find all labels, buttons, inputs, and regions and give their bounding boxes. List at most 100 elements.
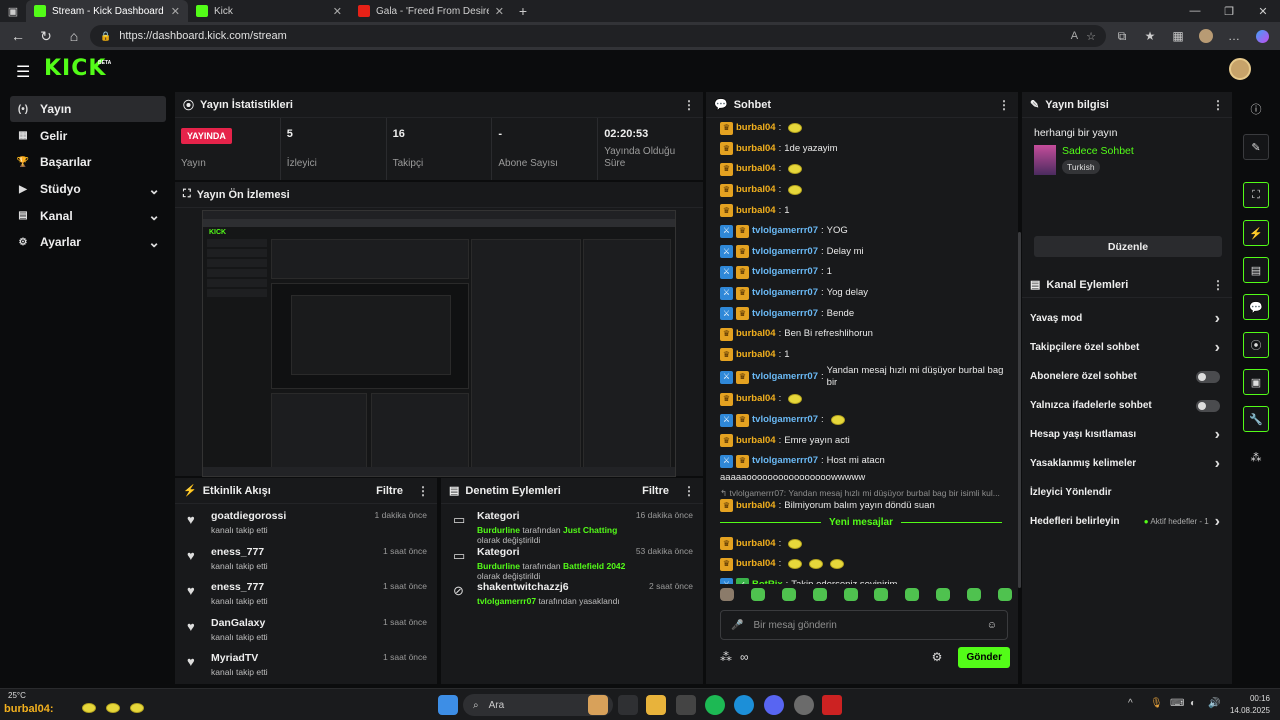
chevron-right-icon[interactable]: ›	[1215, 310, 1220, 328]
chevron-right-icon[interactable]: ›	[1215, 513, 1220, 531]
chat-username[interactable]: tvlolgamerrr07	[752, 414, 818, 426]
calculator-icon[interactable]	[676, 695, 696, 715]
discord-icon[interactable]	[764, 695, 784, 715]
chat-input[interactable]: 🎤 Bir mesaj gönderin ☺	[720, 610, 1008, 640]
microphone-icon[interactable]: 🎤	[731, 620, 743, 631]
tab-close-icon[interactable]: ✕	[333, 5, 342, 18]
chat-message[interactable]: ⚔ ♛ tvlolgamerrr07:1	[720, 262, 1012, 283]
chat-menu-icon[interactable]: ⋮	[998, 98, 1010, 112]
tray-volume-icon[interactable]: 🔊	[1208, 698, 1220, 709]
window-menu-icon[interactable]: ▣	[0, 0, 26, 22]
chat-username[interactable]: burbal04	[736, 205, 776, 217]
channel-action-row[interactable]: Yavaş mod ›	[1022, 304, 1232, 333]
profile-avatar[interactable]	[1194, 24, 1218, 48]
tray-mic-icon[interactable]: 🎙	[1150, 698, 1163, 709]
chat-message[interactable]: ♛ burbal04: Emre yayın acti	[720, 430, 1012, 451]
moderation-actor[interactable]: tvlolgamerrr07	[477, 596, 536, 606]
emote-icon[interactable]	[720, 588, 734, 601]
emote-icon[interactable]	[781, 588, 796, 601]
browser-tab[interactable]: Kick ✕	[188, 0, 350, 22]
chevron-right-icon[interactable]: ›	[1215, 339, 1220, 357]
emote-icon[interactable]	[812, 588, 827, 601]
spotify-icon[interactable]	[705, 695, 725, 715]
channel-action-row[interactable]: Takipçilere özel sohbet ›	[1022, 333, 1232, 362]
chat-message[interactable]: ⚔ ♛ tvlolgamerrr07: Bende	[720, 303, 1012, 324]
rail-broadcast-icon[interactable]: ⦿	[1243, 332, 1269, 358]
hamburger-menu-icon[interactable]: ☰	[16, 62, 30, 82]
refresh-icon[interactable]: ↻	[34, 24, 58, 48]
channel-action-row[interactable]: İzleyici Yönlendir	[1022, 478, 1232, 507]
sidebar-item[interactable]: (•) Yayın	[10, 96, 166, 122]
sidebar-item[interactable]: ⚙ Ayarlar ⌄	[10, 229, 166, 255]
emote-icon[interactable]	[936, 588, 951, 601]
chat-username[interactable]: burbal04	[736, 558, 776, 570]
emoji-picker-icon[interactable]: ☺	[987, 620, 997, 631]
moderation-row[interactable]: ▭ Kategori Burdurline tarafından Just Chat…	[441, 504, 703, 545]
chevron-down-icon[interactable]: ⌄	[148, 181, 160, 198]
file-explorer-icon[interactable]	[646, 695, 666, 715]
extensions-icon[interactable]: ⧉	[1110, 24, 1134, 48]
chat-message[interactable]: ⚔ ♛ tvlolgamerrr07: Yog delay	[720, 283, 1012, 304]
chat-username[interactable]: tvlolgamerrr07	[752, 266, 818, 278]
chat-message[interactable]: ♛ burbal04:1	[720, 345, 1012, 366]
activity-row[interactable]: ♥ MyriadTV kanalı takip etti 1 saat önce	[175, 646, 437, 682]
app-icon[interactable]	[822, 695, 842, 715]
chat-username[interactable]: burbal04	[736, 500, 776, 512]
activity-menu-icon[interactable]: ⋮	[417, 484, 429, 498]
chevron-right-icon[interactable]: ›	[1215, 426, 1220, 444]
more-icon[interactable]: …	[1222, 24, 1246, 48]
tray-keyboard-icon[interactable]: ⌨	[1170, 698, 1184, 709]
chat-username[interactable]: burbal04	[736, 328, 776, 340]
chat-message[interactable]: ♛ burbal04:1de yazayim	[720, 139, 1012, 160]
toggle-switch[interactable]	[1196, 399, 1220, 412]
chevron-down-icon[interactable]: ⌄	[148, 207, 160, 224]
channel-action-row[interactable]: Hedefleri belirleyin Aktif hedefler - 1 ›	[1022, 507, 1232, 536]
minimize-icon[interactable]: —	[1178, 0, 1212, 22]
copilot-icon[interactable]	[1250, 24, 1274, 48]
emote-icon[interactable]	[874, 588, 889, 601]
rail-moderation-icon[interactable]: ▣	[1243, 369, 1269, 395]
chat-username[interactable]: burbal04	[736, 393, 776, 405]
channel-action-row[interactable]: Yasaklanmış kelimeler ›	[1022, 449, 1232, 478]
edit-button[interactable]: Düzenle	[1034, 236, 1222, 257]
chat-username[interactable]: tvlolgamerrr07	[752, 371, 818, 383]
chat-messages[interactable]: ♛ burbal04: ♛ burbal04:1de yazayim ♛ burbal04…	[706, 118, 1012, 584]
chat-message[interactable]: ♛ burbal04: Bilmiyorum balım yayın döndü …	[720, 499, 1012, 513]
chat-message[interactable]: ♛ burbal04:	[720, 554, 1012, 575]
chat-message[interactable]: ⚔ ♛ tvlolgamerrr07: Host mi atacn	[720, 451, 1012, 472]
tray-wifi-icon[interactable]: ◐	[1190, 698, 1196, 709]
chat-message[interactable]: ⚔ ♛ tvlolgamerrr07: YOG	[720, 221, 1012, 242]
chat-username[interactable]: burbal04	[736, 538, 776, 550]
rail-preview-icon[interactable]: ⛶	[1243, 182, 1269, 208]
chat-message[interactable]: ♛ burbal04: Ben Bi refreshlihorun	[720, 324, 1012, 345]
channel-action-row[interactable]: Abonelere özel sohbet	[1022, 362, 1232, 391]
moderation-filter-button[interactable]: Filtre	[642, 485, 669, 497]
new-tab-button[interactable]: +	[512, 0, 534, 22]
toggle-switch[interactable]	[1196, 370, 1220, 383]
browser-tab[interactable]: Stream - Kick Dashboard ✕	[26, 0, 188, 22]
reply-preview[interactable]: ↰ tvlolgamerrr07: Yandan mesaj hızlı mi …	[720, 488, 1012, 499]
moderation-actor[interactable]: Burdurline	[477, 561, 520, 571]
chat-emote-icon[interactable]: ⁂	[720, 650, 732, 664]
chat-message[interactable]: ⚔ ♛ tvlolgamerrr07:	[720, 410, 1012, 431]
stats-menu-icon[interactable]: ⋮	[683, 98, 695, 112]
rail-lightning-icon[interactable]: ⚡	[1243, 220, 1269, 246]
chat-scrollbar[interactable]	[1018, 232, 1021, 588]
moderation-target[interactable]: Just Chatting	[563, 525, 617, 535]
favorites-icon[interactable]: ★	[1138, 24, 1162, 48]
chat-settings-icon[interactable]: ⚙	[932, 650, 943, 664]
emote-icon[interactable]	[750, 588, 765, 601]
chevron-down-icon[interactable]: ⌄	[148, 234, 160, 251]
chat-message[interactable]: ♛ burbal04:	[720, 159, 1012, 180]
chat-username[interactable]: tvlolgamerrr07	[752, 287, 818, 299]
read-aloud-icon[interactable]: A	[1071, 30, 1078, 42]
chat-username[interactable]: tvlolgamerrr07	[752, 308, 818, 320]
emote-icon[interactable]	[997, 588, 1012, 601]
rail-chat-icon[interactable]: 💬	[1243, 294, 1269, 320]
activity-row[interactable]: ♥ eness_777 kanalı takip etti 1 saat önce	[175, 540, 437, 576]
weather-text[interactable]: 25°C	[8, 691, 26, 700]
taskbar-clock[interactable]: 00:16 14.08.2025	[1226, 693, 1270, 717]
rail-edit-icon[interactable]: ✎	[1243, 134, 1269, 160]
maximize-icon[interactable]: ❐	[1212, 0, 1246, 22]
emote-icon[interactable]	[967, 588, 981, 601]
